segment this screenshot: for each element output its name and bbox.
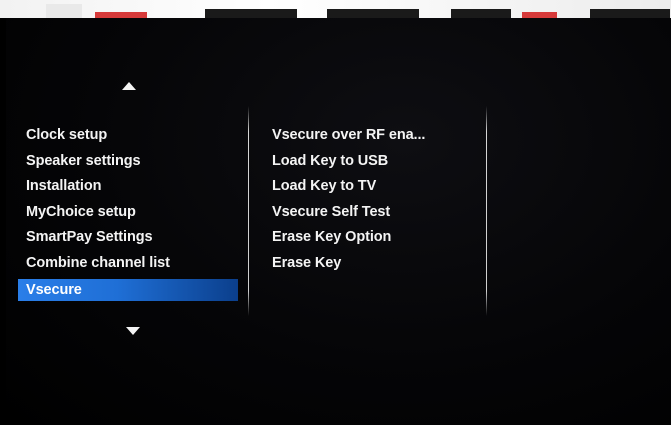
scroll-down-arrow-icon[interactable] <box>126 327 140 335</box>
top-color-strip <box>0 0 671 18</box>
menu-item-mychoice-setup[interactable]: MyChoice setup <box>18 200 248 226</box>
menu-item-clock-setup[interactable]: Clock setup <box>18 123 248 149</box>
sub-item-load-key-to-usb[interactable]: Load Key to USB <box>264 149 484 175</box>
sub-item-vsecure-over-rf[interactable]: Vsecure over RF ena... <box>264 123 484 149</box>
sub-item-vsecure-self-test[interactable]: Vsecure Self Test <box>264 200 484 226</box>
tv-screen: Clock setup Speaker settings Installatio… <box>6 18 671 425</box>
scroll-up-arrow-icon[interactable] <box>122 82 136 90</box>
sub-menu: Vsecure over RF ena... Load Key to USB L… <box>264 123 484 277</box>
menu-item-combine-channel-list[interactable]: Combine channel list <box>18 251 248 277</box>
sub-item-erase-key[interactable]: Erase Key <box>264 251 484 277</box>
menu-divider-left <box>248 106 249 316</box>
menu-item-speaker-settings[interactable]: Speaker settings <box>18 149 248 175</box>
menu-item-smartpay-settings[interactable]: SmartPay Settings <box>18 225 248 251</box>
sub-item-erase-key-option[interactable]: Erase Key Option <box>264 225 484 251</box>
menu-item-vsecure[interactable]: Vsecure <box>18 278 238 301</box>
menu-item-installation[interactable]: Installation <box>18 174 248 200</box>
main-menu: Clock setup Speaker settings Installatio… <box>18 123 248 301</box>
sub-item-load-key-to-tv[interactable]: Load Key to TV <box>264 174 484 200</box>
menu-divider-right <box>486 106 487 316</box>
